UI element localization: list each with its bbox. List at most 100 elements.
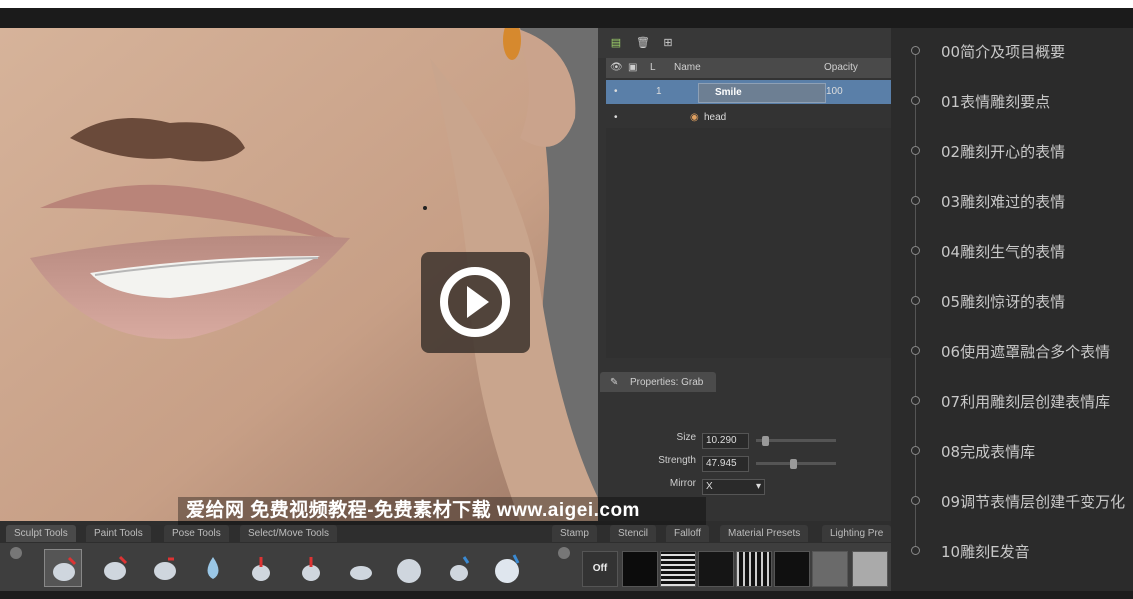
top-edge: [0, 0, 1133, 8]
layer-row-smile[interactable]: • 1 Smile 100: [606, 80, 891, 104]
sculpt-tool-2[interactable]: [96, 549, 134, 587]
layer-name: Smile: [715, 87, 742, 98]
layers-header: 👁 ▣ L Name Opacity: [606, 58, 891, 78]
layer-index: 1: [656, 86, 662, 97]
chapter-item[interactable]: 02雕刻开心的表情: [891, 132, 1133, 182]
sculpt-tool-10[interactable]: [488, 549, 526, 587]
chapter-item[interactable]: 01表情雕刻要点: [891, 82, 1133, 132]
lock-column-label: L: [650, 62, 656, 73]
properties-tab-label: Properties: Grab: [630, 377, 704, 388]
timeline-dot: [911, 396, 920, 405]
chapter-item[interactable]: 08完成表情库: [891, 432, 1133, 482]
chapter-title: 00简介及项目概要: [941, 43, 1066, 61]
stamp-swatch[interactable]: [736, 551, 772, 587]
chapter-list: 00简介及项目概要 01表情雕刻要点 02雕刻开心的表情 03雕刻难过的表情 0…: [891, 28, 1133, 591]
layers-toolbar: ▤ 🗑 ⊞: [598, 28, 891, 58]
layer-name: head: [704, 112, 727, 123]
chapter-title: 09调节表情层创建千变万化: [941, 493, 1126, 511]
chapter-title: 05雕刻惊讶的表情: [941, 293, 1066, 311]
watermark: 爱给网 免费视频教程-免费素材下载 www.aigei.com: [178, 497, 706, 525]
stamp-swatch[interactable]: [812, 551, 848, 587]
brush-icon: ✎: [610, 377, 619, 388]
chapter-title: 02雕刻开心的表情: [941, 143, 1066, 161]
merge-layer-icon[interactable]: ⊞: [662, 37, 674, 49]
chapter-item[interactable]: 00简介及项目概要: [891, 32, 1133, 82]
visibility-dot-icon[interactable]: •: [614, 86, 618, 97]
strength-slider-knob[interactable]: [790, 459, 797, 469]
sculpt-tool-8[interactable]: [390, 549, 428, 587]
opacity-column-label: Opacity: [824, 62, 858, 73]
size-field[interactable]: 10.290: [702, 433, 749, 449]
timeline-dot: [911, 296, 920, 305]
name-column-label: Name: [674, 62, 701, 73]
timeline-dot: [911, 146, 920, 155]
timeline-dot: [911, 496, 920, 505]
chapter-item[interactable]: 03雕刻难过的表情: [891, 182, 1133, 232]
size-slider-knob[interactable]: [762, 436, 769, 446]
chapter-title: 08完成表情库: [941, 443, 1036, 461]
mesh-icon: ◉: [690, 112, 699, 123]
chapter-item[interactable]: 10雕刻E发音: [891, 532, 1133, 582]
sculpt-tool-6[interactable]: [292, 549, 330, 587]
tab-stencil[interactable]: Stencil: [610, 525, 657, 542]
layers-panel: ▤ 🗑 ⊞ 👁 ▣ L Name Opacity • 1 Smile 100 •…: [598, 28, 891, 366]
timeline-dot: [911, 346, 920, 355]
chapter-item[interactable]: 07利用雕刻层创建表情库: [891, 382, 1133, 432]
sculpt-tool-3[interactable]: [146, 549, 184, 587]
tab-select-move-tools[interactable]: Select/Move Tools: [240, 525, 337, 542]
sculpt-tool-7[interactable]: [342, 549, 380, 587]
layers-list: [606, 128, 891, 358]
timeline-dot: [911, 196, 920, 205]
sculpt-tool-1[interactable]: [44, 549, 82, 587]
play-icon: [440, 267, 510, 337]
tab-paint-tools[interactable]: Paint Tools: [86, 525, 151, 542]
chapter-item[interactable]: 04雕刻生气的表情: [891, 232, 1133, 282]
layer-name-field[interactable]: Smile: [698, 83, 826, 103]
stamp-off-button[interactable]: Off: [582, 551, 618, 587]
timeline-dot: [911, 96, 920, 105]
layer-opacity[interactable]: 100: [826, 86, 843, 97]
tab-pose-tools[interactable]: Pose Tools: [164, 525, 229, 542]
layer-row-head[interactable]: • ◉ head: [606, 106, 891, 130]
stamp-swatch[interactable]: [774, 551, 810, 587]
stamp-options-icon[interactable]: [558, 547, 570, 559]
lock-column-icon: ▣: [628, 62, 638, 73]
timeline-dot: [911, 446, 920, 455]
mirror-select[interactable]: X ▾: [702, 479, 765, 495]
stamp-swatch[interactable]: [660, 551, 696, 587]
shelf-options-icon[interactable]: [10, 547, 22, 559]
chapter-item[interactable]: 06使用遮罩融合多个表情: [891, 332, 1133, 382]
tab-falloff[interactable]: Falloff: [666, 525, 710, 542]
sculpt-tool-5[interactable]: [242, 549, 280, 587]
visibility-dot-icon[interactable]: •: [614, 112, 618, 123]
visibility-column-icon: 👁: [610, 62, 623, 73]
mirror-value: X: [706, 481, 713, 492]
sculpt-tool-4[interactable]: [194, 549, 232, 587]
delete-layer-icon[interactable]: 🗑: [636, 37, 650, 49]
stamp-swatch[interactable]: [622, 551, 658, 587]
stamp-swatch[interactable]: [698, 551, 734, 587]
strength-label: Strength: [658, 455, 696, 466]
timeline-dot: [911, 246, 920, 255]
top-bar: [0, 0, 1133, 28]
sculpt-tool-9[interactable]: [440, 549, 478, 587]
tab-sculpt-tools[interactable]: Sculpt Tools: [6, 525, 76, 542]
chapter-title: 06使用遮罩融合多个表情: [941, 343, 1111, 361]
chapter-item[interactable]: 05雕刻惊讶的表情: [891, 282, 1133, 332]
tab-stamp[interactable]: Stamp: [552, 525, 597, 542]
chapter-title: 07利用雕刻层创建表情库: [941, 393, 1111, 411]
strength-field[interactable]: 47.945: [702, 456, 749, 472]
properties-tab[interactable]: ✎ Properties: Grab: [600, 372, 716, 392]
tab-lighting-presets[interactable]: Lighting Pre: [822, 525, 891, 542]
timeline-dot: [911, 46, 920, 55]
video-player[interactable]: ▤ 🗑 ⊞ 👁 ▣ L Name Opacity • 1 Smile 100 •…: [0, 28, 891, 591]
chapter-item[interactable]: 09调节表情层创建千变万化: [891, 482, 1133, 532]
new-layer-icon[interactable]: ▤: [610, 37, 622, 49]
stamp-swatch[interactable]: [852, 551, 888, 587]
timeline-dot: [911, 546, 920, 555]
play-button[interactable]: [421, 252, 530, 353]
chapter-title: 04雕刻生气的表情: [941, 243, 1066, 261]
size-label: Size: [676, 432, 696, 443]
mirror-label: Mirror: [669, 478, 696, 489]
tab-material-presets[interactable]: Material Presets: [720, 525, 809, 542]
